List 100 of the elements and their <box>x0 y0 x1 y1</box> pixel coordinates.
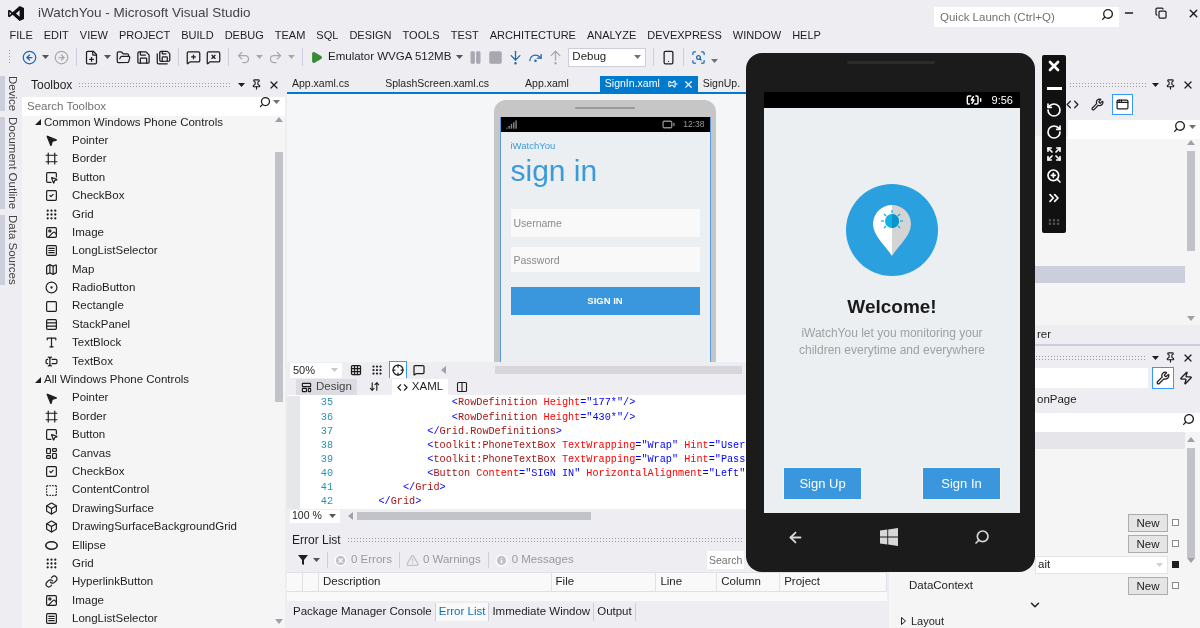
close-icon[interactable] <box>1046 58 1062 74</box>
group-header[interactable]: Common Windows Phone Controls <box>44 113 223 131</box>
toolbox-item[interactable]: Image <box>72 223 104 242</box>
menu-item[interactable]: PROJECT <box>113 27 176 43</box>
minimize-icon[interactable] <box>1046 86 1062 90</box>
funnel-icon[interactable] <box>298 555 308 565</box>
search-icon[interactable] <box>1101 7 1114 21</box>
save-icon[interactable] <box>136 49 151 65</box>
toolbox-item[interactable]: TextBlock <box>72 334 122 352</box>
toolbox-item[interactable]: Grid <box>72 554 94 573</box>
folder-icon[interactable] <box>116 49 131 65</box>
caret-icon[interactable] <box>1152 355 1159 360</box>
menu-item[interactable]: TEST <box>445 27 485 43</box>
square-marker-icon[interactable] <box>1172 561 1179 568</box>
play-icon[interactable] <box>310 50 323 64</box>
toolbox-item[interactable]: Ellipse <box>72 536 106 554</box>
menu-item[interactable]: FILE <box>4 27 39 43</box>
search-field[interactable]: Search <box>707 551 744 569</box>
search-field[interactable] <box>1068 119 1200 139</box>
new-button[interactable]: New <box>1128 576 1168 595</box>
view-tab[interactable]: XAML <box>391 379 449 395</box>
menu-item[interactable]: ARCHITECTURE <box>484 27 582 43</box>
menu-item[interactable]: ANALYZE <box>581 27 642 43</box>
run-button[interactable]: Emulator WVGA 512MB <box>310 48 452 66</box>
toolbox-item[interactable]: StackPanel <box>72 315 131 334</box>
toolbox-item[interactable]: CheckBox <box>72 463 125 481</box>
column-header[interactable]: Project <box>780 573 887 591</box>
rotate-left-icon[interactable] <box>1046 102 1062 118</box>
caret-icon[interactable] <box>238 82 245 87</box>
document-tab[interactable]: App.xaml <box>520 76 600 92</box>
dotted-grip[interactable] <box>8 49 11 65</box>
toolbox-item[interactable]: Pointer <box>72 131 109 150</box>
panel-tab[interactable]: Package Manager Console <box>290 603 436 621</box>
search-icon[interactable] <box>1182 413 1195 426</box>
document-tab[interactable]: App.xaml.cs <box>287 76 381 92</box>
menu-item[interactable]: TEAM <box>269 27 311 43</box>
text-field[interactable]: Username <box>510 209 700 237</box>
caret-icon[interactable] <box>1152 82 1159 87</box>
crosshair-icon[interactable] <box>389 361 407 379</box>
expand-icon[interactable] <box>1046 146 1062 162</box>
scrollbar-thumb[interactable] <box>357 512 591 520</box>
menu-item[interactable]: DEBUG <box>219 27 270 43</box>
toolbox-item[interactable]: ContentControl <box>72 481 150 499</box>
restore-icon[interactable] <box>1155 7 1167 19</box>
menu-item[interactable]: SQL <box>310 27 344 43</box>
menu-item[interactable]: VIEW <box>74 27 114 43</box>
zoom-dropdown[interactable]: 50% <box>290 362 342 378</box>
toolbox-item[interactable]: Pointer <box>72 389 109 407</box>
menu-item[interactable]: DESIGN <box>343 27 398 43</box>
toolbox-item[interactable]: Border <box>72 407 107 426</box>
document-tab[interactable]: SplashScreen.xaml.cs <box>380 76 521 92</box>
windows-logo-icon[interactable] <box>880 528 898 546</box>
panel-tab[interactable]: Immediate Window <box>489 603 595 621</box>
view-tab[interactable]: Design <box>296 379 357 395</box>
toolbox-item[interactable]: Canvas <box>72 444 111 462</box>
window-icon[interactable] <box>1112 94 1133 115</box>
down-right-triangle-icon[interactable] <box>35 376 41 383</box>
scan-search-icon[interactable] <box>691 49 707 65</box>
scrollbar-thumb[interactable] <box>1187 448 1195 558</box>
new-file-icon[interactable] <box>84 49 99 65</box>
search-field[interactable] <box>1035 412 1200 432</box>
rotate-right-icon[interactable] <box>1046 124 1062 140</box>
pin-icon[interactable] <box>1165 352 1176 363</box>
toolbox-item[interactable]: LongListSelector <box>72 242 158 260</box>
comment-plus-icon[interactable] <box>186 49 201 65</box>
menu-item[interactable]: BUILD <box>175 27 220 43</box>
section-header[interactable]: Layout <box>911 615 945 627</box>
menu-item[interactable]: DEVEXPRESS <box>641 27 728 43</box>
toolbox-item[interactable]: RadioButton <box>72 279 136 297</box>
caret-icon[interactable] <box>42 55 49 59</box>
scrollbar-thumb[interactable] <box>275 152 283 402</box>
toolbox-item[interactable]: CheckBox <box>72 187 125 205</box>
toolbox-item[interactable]: Button <box>72 426 106 444</box>
new-button[interactable]: New <box>1128 513 1168 532</box>
zoom-in-icon[interactable] <box>1046 168 1062 184</box>
caret-icon[interactable] <box>329 514 336 518</box>
menu-item[interactable]: WINDOW <box>727 27 787 43</box>
configuration-dropdown[interactable]: Debug <box>568 47 647 67</box>
new-button[interactable]: New <box>1128 534 1168 553</box>
save-all-icon[interactable] <box>156 49 171 65</box>
square-marker-icon[interactable] <box>1172 519 1179 526</box>
toolbox-item[interactable]: Border <box>72 150 107 168</box>
toolbox-item[interactable]: Button <box>72 168 106 186</box>
zoom-dropdown[interactable]: 100 % <box>290 509 340 523</box>
column-header[interactable]: Line <box>656 573 718 591</box>
group-header[interactable]: All Windows Phone Controls <box>44 371 190 389</box>
column-header[interactable]: File <box>551 573 657 591</box>
search-icon[interactable] <box>1173 120 1186 133</box>
document-tab[interactable]: SignUp. <box>697 76 741 92</box>
right-triangle-icon[interactable] <box>901 617 906 625</box>
phone-icon[interactable] <box>661 49 677 65</box>
search-field[interactable]: Search Toolbox <box>22 96 285 116</box>
toolbox-item[interactable]: Image <box>72 591 104 609</box>
name-field[interactable] <box>1035 368 1148 388</box>
column-header[interactable]: Description <box>318 573 552 591</box>
search-icon[interactable] <box>259 96 271 108</box>
down-right-triangle-icon[interactable] <box>35 119 41 126</box>
select-field[interactable]: ait <box>1035 555 1168 574</box>
swap-arrows-icon[interactable] <box>368 381 380 392</box>
square-marker-icon[interactable] <box>1172 540 1179 547</box>
